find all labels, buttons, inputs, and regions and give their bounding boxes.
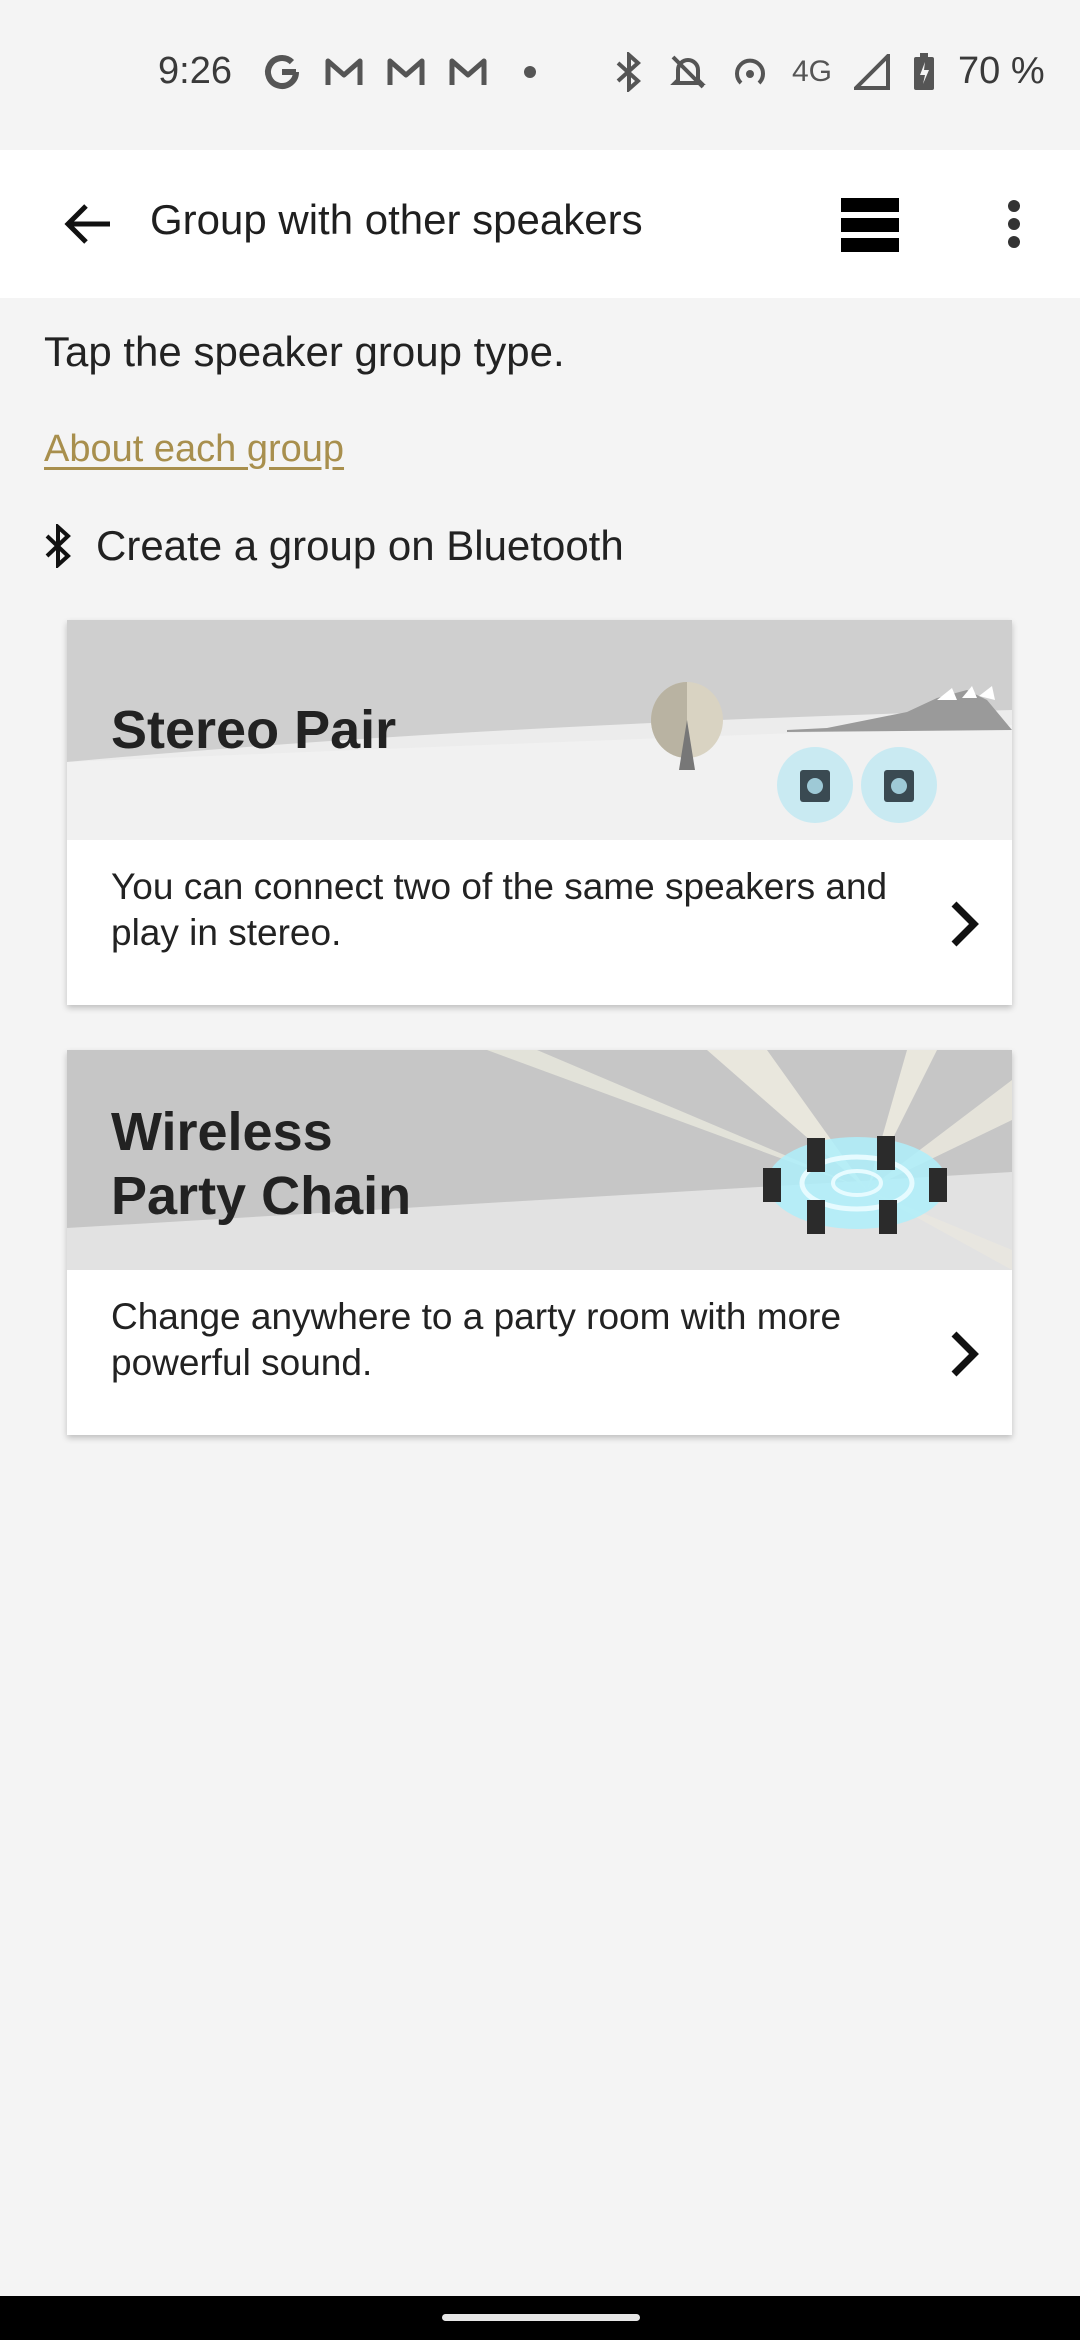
mute-icon [670, 55, 706, 88]
stereo-pair-description: You can connect two of the same speakers… [111, 866, 888, 953]
arrow-back-icon [64, 204, 110, 244]
back-button[interactable] [48, 184, 128, 264]
google-icon [265, 55, 299, 89]
party-chain-description: Change anywhere to a party room with mor… [111, 1296, 842, 1383]
gmail-icon [387, 58, 425, 85]
notification-icons [262, 52, 550, 92]
system-icons: 4G 70 % [612, 50, 1045, 93]
home-gesture-handle[interactable] [442, 2314, 640, 2321]
signal-icon [854, 53, 891, 90]
more-vert-icon [1008, 200, 1020, 248]
dot-icon [524, 66, 536, 78]
battery-percentage: 70 % [958, 50, 1045, 92]
party-chain-banner: Wireless Party Chain [67, 1050, 1012, 1270]
bluetooth-icon [616, 51, 641, 92]
instruction-text: Tap the speaker group type. [44, 328, 565, 375]
status-bar: 9:26 4G 70 % [0, 0, 1080, 150]
battery-icon [914, 52, 935, 90]
chevron-right-icon [951, 1331, 979, 1377]
page-title: Group with other speakers [150, 196, 643, 243]
bluetooth-section-header: Create a group on Bluetooth [44, 522, 624, 570]
about-each-group-link[interactable]: About each group [44, 428, 344, 471]
list-view-button[interactable] [830, 190, 910, 260]
gmail-icon [449, 58, 487, 85]
more-options-button[interactable] [984, 184, 1044, 264]
bluetooth-icon [45, 524, 71, 568]
navigation-bar [0, 2296, 1080, 2340]
gmail-icon [325, 58, 363, 85]
party-chain-title-line1: Wireless [111, 1102, 333, 1162]
chevron-right-icon [951, 901, 979, 947]
wireless-party-chain-card[interactable]: Wireless Party Chain Change anywhere to … [67, 1050, 1012, 1435]
party-chain-title: Wireless Party Chain [111, 1100, 411, 1228]
stereo-pair-body: You can connect two of the same speakers… [67, 840, 1012, 1005]
party-chain-title-line2: Party Chain [111, 1166, 412, 1226]
stereo-pair-title: Stereo Pair [111, 700, 397, 760]
app-bar: Group with other speakers [0, 150, 1080, 298]
list-view-icon [841, 198, 899, 252]
stereo-pair-card[interactable]: Stereo Pair You can connect two of the s… [67, 620, 1012, 1005]
party-chain-body: Change anywhere to a party room with mor… [67, 1270, 1012, 1435]
stereo-pair-banner: Stereo Pair [67, 620, 1012, 840]
network-type: 4G [792, 54, 833, 88]
bluetooth-section-label: Create a group on Bluetooth [96, 522, 624, 569]
hotspot-icon [735, 58, 765, 84]
status-time: 9:26 [158, 50, 232, 92]
